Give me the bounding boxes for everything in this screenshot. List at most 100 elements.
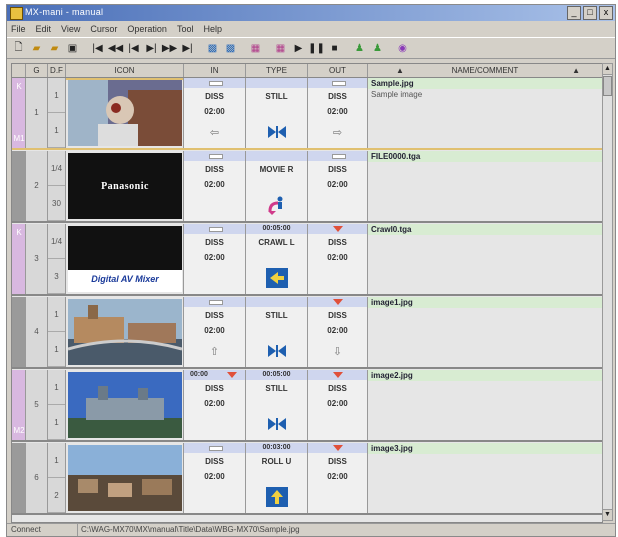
save-icon[interactable]: ▣ xyxy=(65,41,80,56)
menu-cursor[interactable]: Cursor xyxy=(90,22,117,36)
df-column[interactable]: 1 1 xyxy=(48,297,66,367)
group-number[interactable]: 1 xyxy=(26,78,48,148)
sort-up-icon[interactable]: ▲ xyxy=(396,64,404,77)
group-number[interactable]: 6 xyxy=(26,443,48,513)
skip-back-icon[interactable]: ◀◀ xyxy=(108,41,123,56)
marker-column[interactable]: K xyxy=(12,224,26,294)
df-column[interactable]: 1/4 3 xyxy=(48,224,66,294)
name-cell[interactable]: image3.jpg xyxy=(368,443,602,513)
open-folder-icon[interactable]: ▰ xyxy=(29,41,44,56)
name-cell[interactable]: image1.jpg xyxy=(368,297,602,367)
step-back-icon[interactable]: |◀ xyxy=(126,41,141,56)
marker-column[interactable] xyxy=(12,443,26,513)
go-start-icon[interactable]: |◀ xyxy=(90,41,105,56)
marker-column[interactable] xyxy=(12,297,26,367)
df-column[interactable]: 1 1 xyxy=(48,78,66,148)
sort-up-icon-2[interactable]: ▲ xyxy=(572,64,580,77)
name-cell[interactable]: Crawl0.tga xyxy=(368,224,602,294)
col-out[interactable]: OUT xyxy=(308,64,368,77)
name-cell[interactable]: FILE0000.tga xyxy=(368,151,602,221)
type-label: STILL xyxy=(265,92,288,101)
person-alt-icon[interactable]: ♟ xyxy=(370,41,385,56)
col-g[interactable]: G xyxy=(26,64,48,77)
skip-forward-icon[interactable]: ▶▶ xyxy=(162,41,177,56)
in-cell[interactable]: DISS 02:00 xyxy=(184,224,246,294)
name-cell[interactable]: Sample.jpg Sample image xyxy=(368,78,602,148)
table-row[interactable]: M2 5 1 1 00:00 DISS 02:00 00:05:00 STILL xyxy=(12,370,602,442)
thumbnail-cell[interactable]: Digital AV Mixer xyxy=(66,224,184,294)
in-cell[interactable]: DISS 02:00 ⇦ xyxy=(184,78,246,148)
df-column[interactable]: 1/4 30 xyxy=(48,151,66,221)
out-cell[interactable]: DISS 02:00 xyxy=(308,224,368,294)
menu-tool[interactable]: Tool xyxy=(177,22,194,36)
thumbnail-cell[interactable] xyxy=(66,297,184,367)
step-forward-icon[interactable]: ▶| xyxy=(144,41,159,56)
scroll-thumb[interactable] xyxy=(603,76,612,96)
out-cell[interactable]: DISS 02:00 xyxy=(308,443,368,513)
table-row[interactable]: K M1 1 1 1 DISS 02:00 ⇦ STILL DISS 02:00… xyxy=(12,78,602,150)
program-icon[interactable]: ▦ xyxy=(273,41,288,56)
group-number[interactable]: 5 xyxy=(26,370,48,440)
menu-help[interactable]: Help xyxy=(203,22,222,36)
scroll-down-icon[interactable]: ▼ xyxy=(603,509,612,520)
pause-icon[interactable]: ❚❚ xyxy=(308,41,325,56)
name-cell[interactable]: image2.jpg xyxy=(368,370,602,440)
col-in[interactable]: IN xyxy=(184,64,246,77)
monitor-icon[interactable]: ▩ xyxy=(205,41,220,56)
maximize-button[interactable]: □ xyxy=(583,6,597,20)
in-cell[interactable]: DISS 02:00 ⇧ xyxy=(184,297,246,367)
col-type[interactable]: TYPE xyxy=(246,64,308,77)
out-cell[interactable]: DISS 02:00 xyxy=(308,370,368,440)
thumbnail-cell[interactable] xyxy=(66,78,184,148)
type-cell[interactable]: MOVIE R xyxy=(246,151,308,221)
vertical-scrollbar[interactable]: ▲ ▼ xyxy=(602,63,613,521)
col-name[interactable]: ▲ NAME/COMMENT ▲ xyxy=(368,64,602,77)
in-cell[interactable]: 00:00 DISS 02:00 xyxy=(184,370,246,440)
stop-icon[interactable]: ■ xyxy=(327,41,342,56)
df-column[interactable]: 1 1 xyxy=(48,370,66,440)
menu-edit[interactable]: Edit xyxy=(36,22,52,36)
table-row[interactable]: K 3 1/4 3 Digital AV Mixer DISS 02:00 00… xyxy=(12,224,602,296)
in-effect: DISS xyxy=(205,457,224,466)
monitor-alt-icon[interactable]: ▩ xyxy=(223,41,238,56)
play-icon[interactable]: ▶ xyxy=(291,41,306,56)
out-cell[interactable]: DISS 02:00 ⇩ xyxy=(308,297,368,367)
type-cell[interactable]: 00:05:00 STILL xyxy=(246,370,308,440)
close-button[interactable]: x xyxy=(599,6,613,20)
record-icon[interactable]: ▦ xyxy=(248,41,263,56)
type-cell[interactable]: 00:03:00 ROLL U xyxy=(246,443,308,513)
table-row[interactable]: 2 1/4 30 Panasonic DISS 02:00 MOVIE R DI… xyxy=(12,151,602,223)
thumbnail-cell[interactable] xyxy=(66,443,184,513)
col-icon[interactable]: ICON xyxy=(66,64,184,77)
in-cell[interactable]: DISS 02:00 xyxy=(184,443,246,513)
out-cell[interactable]: DISS 02:00 ⇨ xyxy=(308,78,368,148)
table-row[interactable]: 4 1 1 DISS 02:00 ⇧ STILL DISS 02:00 ⇩ im… xyxy=(12,297,602,369)
group-number[interactable]: 4 xyxy=(26,297,48,367)
title-bar[interactable]: MX-mani - manual _ □ x xyxy=(7,5,615,21)
marker-column[interactable] xyxy=(12,151,26,221)
disc-icon[interactable]: ◉ xyxy=(395,41,410,56)
type-cell[interactable]: 00:05:00 CRAWL L xyxy=(246,224,308,294)
marker-column[interactable]: M2 xyxy=(12,370,26,440)
marker-column[interactable]: K M1 xyxy=(12,78,26,148)
open-icon[interactable]: ▰ xyxy=(47,41,62,56)
person-icon[interactable]: ♟ xyxy=(352,41,367,56)
type-cell[interactable]: STILL xyxy=(246,297,308,367)
col-df[interactable]: D.F xyxy=(48,64,66,77)
minimize-button[interactable]: _ xyxy=(567,6,581,20)
scroll-up-icon[interactable]: ▲ xyxy=(603,64,612,75)
new-file-icon[interactable]: 🗋 xyxy=(11,41,26,56)
go-end-icon[interactable]: ▶| xyxy=(180,41,195,56)
group-number[interactable]: 3 xyxy=(26,224,48,294)
in-cell[interactable]: DISS 02:00 xyxy=(184,151,246,221)
group-number[interactable]: 2 xyxy=(26,151,48,221)
menu-operation[interactable]: Operation xyxy=(127,22,167,36)
thumbnail-cell[interactable]: Panasonic xyxy=(66,151,184,221)
df-column[interactable]: 1 2 xyxy=(48,443,66,513)
table-row[interactable]: 6 1 2 DISS 02:00 00:03:00 ROLL U DISS 02… xyxy=(12,443,602,515)
menu-view[interactable]: View xyxy=(61,22,80,36)
out-cell[interactable]: DISS 02:00 xyxy=(308,151,368,221)
type-cell[interactable]: STILL xyxy=(246,78,308,148)
thumbnail-cell[interactable] xyxy=(66,370,184,440)
menu-file[interactable]: File xyxy=(11,22,26,36)
